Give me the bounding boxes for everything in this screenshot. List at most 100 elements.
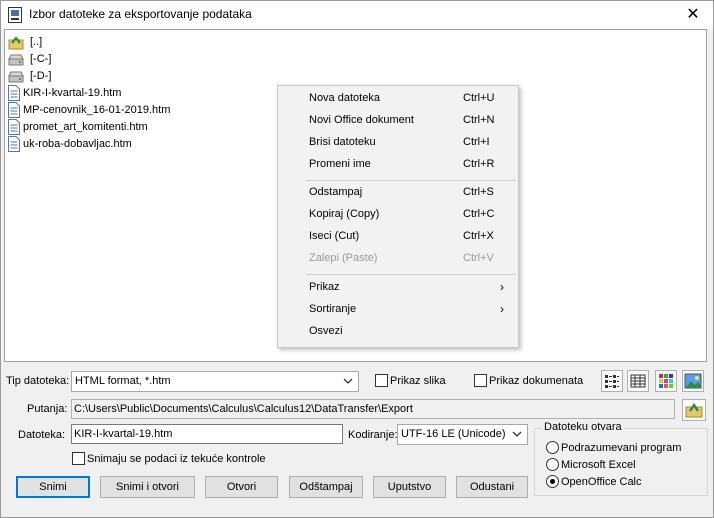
open-button[interactable]: Otvori <box>205 476 278 498</box>
menu-item-label: Nova datoteka <box>309 92 380 104</box>
menu-item-shortcut: Ctrl+V <box>463 252 494 264</box>
list-item[interactable]: [..] <box>8 33 42 50</box>
menu-item-label: Kopiraj (Copy) <box>309 208 380 220</box>
list-item[interactable]: promet_art_komitenti.htm <box>8 118 148 135</box>
menu-item-shortcut: Ctrl+N <box>463 114 495 126</box>
list-item[interactable]: [-D-] <box>8 67 51 84</box>
menu-item-print[interactable]: Odstampaj Ctrl+S <box>278 183 518 205</box>
menu-item-delete-file[interactable]: Brisi datoteku Ctrl+I <box>278 133 518 155</box>
file-name: [-D-] <box>30 69 52 82</box>
list-view-button[interactable] <box>601 370 623 392</box>
show-documents-checkbox[interactable]: Prikaz dokumenata <box>474 374 583 387</box>
menu-item-copy[interactable]: Kopiraj (Copy) Ctrl+C <box>278 205 518 227</box>
checkbox-box <box>72 452 85 465</box>
menu-item-shortcut: Ctrl+C <box>463 208 495 220</box>
chevron-right-icon: › <box>500 280 504 294</box>
checkbox-box <box>375 374 388 387</box>
menu-item-shortcut: Ctrl+U <box>463 92 495 104</box>
radio-label: Microsoft Excel <box>561 458 636 471</box>
radio-openoffice-calc[interactable]: OpenOffice Calc <box>546 475 642 488</box>
file-name: [-C-] <box>30 52 52 65</box>
chevron-right-icon: › <box>500 302 504 316</box>
snapshot-checkbox[interactable]: Snimaju se podaci iz tekuće kontrole <box>72 452 266 465</box>
menu-item-label: Prikaz <box>309 281 340 293</box>
path-input <box>72 400 674 418</box>
save-button[interactable]: Snimi <box>16 476 90 498</box>
list-item[interactable]: KIR-I-kvartal-19.htm <box>8 84 121 101</box>
image-icon <box>684 373 702 389</box>
path-label: Putanja: <box>27 403 68 415</box>
image-preview-button[interactable] <box>682 370 704 392</box>
document-icon <box>8 135 20 152</box>
app-icon <box>8 7 22 23</box>
print-button[interactable]: Odštampaj <box>289 476 363 498</box>
encoding-select[interactable]: UTF-16 LE (Unicode) <box>397 424 528 445</box>
snapshot-label: Snimaju se podaci iz tekuće kontrole <box>87 452 266 465</box>
chevron-down-icon <box>342 374 354 388</box>
menu-separator <box>306 180 516 181</box>
window-title: Izbor datoteke za eksportovanje podataka <box>29 7 252 21</box>
close-icon[interactable]: ✕ <box>683 5 703 25</box>
menu-item-refresh[interactable]: Osvezi <box>278 322 518 344</box>
list-view-icon <box>605 375 619 388</box>
menu-item-rename[interactable]: Promeni ime Ctrl+R <box>278 155 518 177</box>
menu-item-new-office-document[interactable]: Novi Office dokument Ctrl+N <box>278 111 518 133</box>
menu-item-label: Sortiranje <box>309 303 357 315</box>
export-file-dialog: Izbor datoteke za eksportovanje podataka… <box>0 0 714 518</box>
encoding-value: UTF-16 LE (Unicode) <box>401 428 506 440</box>
radio-circle <box>546 458 559 471</box>
folder-up-icon <box>8 34 24 50</box>
menu-item-label: Odstampaj <box>309 186 363 198</box>
file-name: promet_art_komitenti.htm <box>23 120 148 133</box>
cancel-button[interactable]: Odustani <box>456 476 528 498</box>
browse-folder-button[interactable] <box>682 399 706 421</box>
show-images-label: Prikaz slika <box>390 374 446 387</box>
details-view-icon <box>630 374 646 388</box>
menu-separator <box>306 274 516 275</box>
list-item[interactable]: uk-roba-dobavljac.htm <box>8 135 132 152</box>
encoding-label: Kodiranje: <box>348 429 398 441</box>
list-item[interactable]: MP-cenovnik_16-01-2019.htm <box>8 101 170 118</box>
radio-microsoft-excel[interactable]: Microsoft Excel <box>546 458 636 471</box>
chevron-down-icon <box>511 427 523 441</box>
filename-input[interactable] <box>72 425 342 443</box>
show-images-checkbox[interactable]: Prikaz slika <box>375 374 446 387</box>
radio-label: OpenOffice Calc <box>561 475 642 488</box>
menu-item-sort[interactable]: Sortiranje › <box>278 300 518 322</box>
menu-item-shortcut: Ctrl+X <box>463 230 494 242</box>
file-type-value: HTML format, *.htm <box>75 375 171 387</box>
show-documents-label: Prikaz dokumenata <box>489 374 584 387</box>
menu-item-label: Osvezi <box>309 325 343 337</box>
file-type-label: Tip datoteka: <box>6 375 70 387</box>
menu-item-view[interactable]: Prikaz › <box>278 278 518 300</box>
menu-item-label: Iseci (Cut) <box>309 230 360 242</box>
menu-item-label: Brisi datoteku <box>309 136 376 148</box>
title-bar: Izbor datoteke za eksportovanje podataka… <box>1 1 713 29</box>
menu-item-label: Promeni ime <box>309 158 371 170</box>
path-field <box>71 399 675 419</box>
radio-circle <box>546 475 559 488</box>
file-name: uk-roba-dobavljac.htm <box>23 137 132 150</box>
radio-default-program[interactable]: Podrazumevani program <box>546 441 681 454</box>
help-button[interactable]: Uputstvo <box>373 476 446 498</box>
menu-item-label: Novi Office dokument <box>309 114 414 126</box>
folder-up-icon <box>685 402 703 418</box>
document-icon <box>8 84 20 101</box>
file-type-select[interactable]: HTML format, *.htm <box>71 371 359 392</box>
file-name: MP-cenovnik_16-01-2019.htm <box>23 103 171 116</box>
checkbox-box <box>474 374 487 387</box>
filename-label: Datoteka: <box>18 429 66 441</box>
save-and-open-button[interactable]: Snimi i otvori <box>100 476 195 498</box>
document-icon <box>8 118 20 135</box>
file-name: KIR-I-kvartal-19.htm <box>23 86 122 99</box>
list-item[interactable]: [-C-] <box>8 50 51 67</box>
file-name: [..] <box>30 35 43 48</box>
menu-item-new-file[interactable]: Nova datoteka Ctrl+U <box>278 89 518 111</box>
menu-item-cut[interactable]: Iseci (Cut) Ctrl+X <box>278 227 518 249</box>
filename-field[interactable] <box>71 424 343 444</box>
details-view-button[interactable] <box>627 370 649 392</box>
radio-circle <box>546 441 559 454</box>
menu-item-shortcut: Ctrl+S <box>463 186 494 198</box>
thumbnails-view-button[interactable] <box>655 370 677 392</box>
radio-label: Podrazumevani program <box>561 441 682 454</box>
